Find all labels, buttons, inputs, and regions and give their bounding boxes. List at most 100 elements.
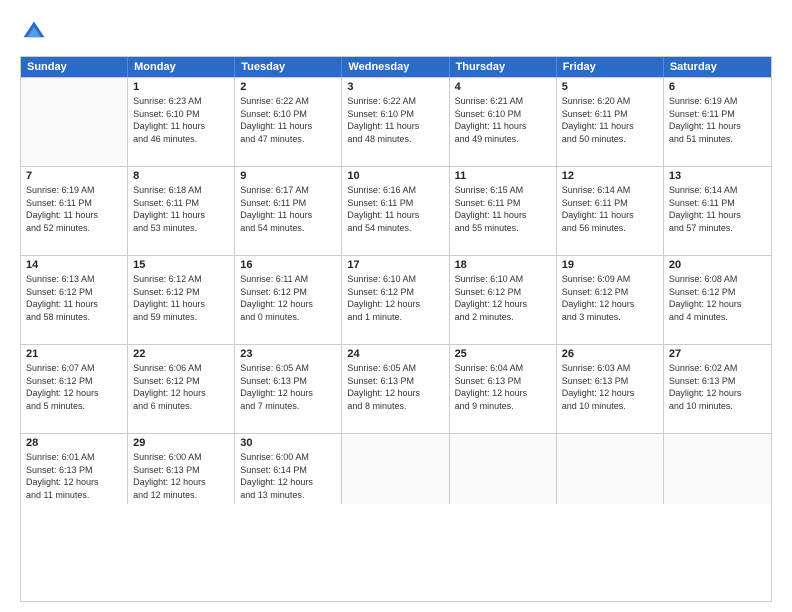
calendar-cell: 6Sunrise: 6:19 AM Sunset: 6:11 PM Daylig… <box>664 78 771 166</box>
day-number: 8 <box>133 170 229 182</box>
day-info: Sunrise: 6:02 AM Sunset: 6:13 PM Dayligh… <box>669 362 766 412</box>
day-info: Sunrise: 6:14 AM Sunset: 6:11 PM Dayligh… <box>669 184 766 234</box>
day-info: Sunrise: 6:12 AM Sunset: 6:12 PM Dayligh… <box>133 273 229 323</box>
day-number: 17 <box>347 259 443 271</box>
day-number: 10 <box>347 170 443 182</box>
day-info: Sunrise: 6:06 AM Sunset: 6:12 PM Dayligh… <box>133 362 229 412</box>
day-info: Sunrise: 6:11 AM Sunset: 6:12 PM Dayligh… <box>240 273 336 323</box>
calendar-row-5: 28Sunrise: 6:01 AM Sunset: 6:13 PM Dayli… <box>21 433 771 504</box>
calendar-cell <box>21 78 128 166</box>
day-info: Sunrise: 6:00 AM Sunset: 6:14 PM Dayligh… <box>240 451 336 501</box>
header-day-thursday: Thursday <box>450 57 557 77</box>
day-info: Sunrise: 6:23 AM Sunset: 6:10 PM Dayligh… <box>133 95 229 145</box>
calendar-cell: 3 Sunrise: 6:22 AM Sunset: 6:10 PM Daylig… <box>342 78 449 166</box>
header-day-wednesday: Wednesday <box>342 57 449 77</box>
calendar-cell: 23 Sunrise: 6:05 AM Sunset: 6:13 PM Dayli… <box>235 345 342 433</box>
day-number: 4 <box>455 81 551 93</box>
calendar-cell: 19Sunrise: 6:09 AM Sunset: 6:12 PM Dayli… <box>557 256 664 344</box>
calendar-cell: 25Sunrise: 6:04 AM Sunset: 6:13 PM Dayli… <box>450 345 557 433</box>
day-info: Sunrise: 6:07 AM Sunset: 6:12 PM Dayligh… <box>26 362 122 412</box>
day-number: 9 <box>240 170 336 182</box>
day-number: 1 <box>133 81 229 93</box>
header-day-monday: Monday <box>128 57 235 77</box>
logo <box>20 18 52 46</box>
day-number: 25 <box>455 348 551 360</box>
day-info: Sunrise: 6:13 AM Sunset: 6:12 PM Dayligh… <box>26 273 122 323</box>
calendar-cell: 29 Sunrise: 6:00 AM Sunset: 6:13 PM Dayli… <box>128 434 235 504</box>
day-number: 16 <box>240 259 336 271</box>
calendar-row-4: 21 Sunrise: 6:07 AM Sunset: 6:12 PM Dayli… <box>21 344 771 433</box>
calendar-cell: 17 Sunrise: 6:10 AM Sunset: 6:12 PM Dayli… <box>342 256 449 344</box>
day-number: 29 <box>133 437 229 449</box>
calendar-body: 1 Sunrise: 6:23 AM Sunset: 6:10 PM Daylig… <box>21 77 771 504</box>
calendar-cell: 15 Sunrise: 6:12 AM Sunset: 6:12 PM Dayli… <box>128 256 235 344</box>
day-number: 18 <box>455 259 551 271</box>
calendar-cell: 30 Sunrise: 6:00 AM Sunset: 6:14 PM Dayli… <box>235 434 342 504</box>
day-info: Sunrise: 6:16 AM Sunset: 6:11 PM Dayligh… <box>347 184 443 234</box>
calendar-cell: 13 Sunrise: 6:14 AM Sunset: 6:11 PM Dayli… <box>664 167 771 255</box>
calendar-row-1: 1 Sunrise: 6:23 AM Sunset: 6:10 PM Daylig… <box>21 77 771 166</box>
day-number: 20 <box>669 259 766 271</box>
calendar-cell: 22 Sunrise: 6:06 AM Sunset: 6:12 PM Dayli… <box>128 345 235 433</box>
day-number: 15 <box>133 259 229 271</box>
calendar-cell: 27 Sunrise: 6:02 AM Sunset: 6:13 PM Dayli… <box>664 345 771 433</box>
header-day-saturday: Saturday <box>664 57 771 77</box>
calendar-cell: 5 Sunrise: 6:20 AM Sunset: 6:11 PM Daylig… <box>557 78 664 166</box>
calendar-cell: 28Sunrise: 6:01 AM Sunset: 6:13 PM Dayli… <box>21 434 128 504</box>
day-number: 23 <box>240 348 336 360</box>
day-info: Sunrise: 6:03 AM Sunset: 6:13 PM Dayligh… <box>562 362 658 412</box>
page: SundayMondayTuesdayWednesdayThursdayFrid… <box>0 0 792 612</box>
header-day-sunday: Sunday <box>21 57 128 77</box>
day-number: 2 <box>240 81 336 93</box>
day-number: 7 <box>26 170 122 182</box>
day-info: Sunrise: 6:22 AM Sunset: 6:10 PM Dayligh… <box>347 95 443 145</box>
header-day-friday: Friday <box>557 57 664 77</box>
day-info: Sunrise: 6:08 AM Sunset: 6:12 PM Dayligh… <box>669 273 766 323</box>
calendar-row-2: 7 Sunrise: 6:19 AM Sunset: 6:11 PM Daylig… <box>21 166 771 255</box>
calendar-cell: 11Sunrise: 6:15 AM Sunset: 6:11 PM Dayli… <box>450 167 557 255</box>
day-number: 30 <box>240 437 336 449</box>
day-info: Sunrise: 6:10 AM Sunset: 6:12 PM Dayligh… <box>347 273 443 323</box>
calendar-cell: 16 Sunrise: 6:11 AM Sunset: 6:12 PM Dayli… <box>235 256 342 344</box>
calendar-cell <box>557 434 664 504</box>
header-day-tuesday: Tuesday <box>235 57 342 77</box>
day-info: Sunrise: 6:05 AM Sunset: 6:13 PM Dayligh… <box>347 362 443 412</box>
day-number: 3 <box>347 81 443 93</box>
day-number: 24 <box>347 348 443 360</box>
logo-icon <box>20 18 48 46</box>
calendar-cell: 7 Sunrise: 6:19 AM Sunset: 6:11 PM Daylig… <box>21 167 128 255</box>
calendar-cell: 18 Sunrise: 6:10 AM Sunset: 6:12 PM Dayli… <box>450 256 557 344</box>
day-number: 13 <box>669 170 766 182</box>
calendar-cell: 24 Sunrise: 6:05 AM Sunset: 6:13 PM Dayli… <box>342 345 449 433</box>
calendar-cell <box>450 434 557 504</box>
calendar-cell: 9 Sunrise: 6:17 AM Sunset: 6:11 PM Daylig… <box>235 167 342 255</box>
day-number: 26 <box>562 348 658 360</box>
calendar-cell: 26 Sunrise: 6:03 AM Sunset: 6:13 PM Dayli… <box>557 345 664 433</box>
day-number: 12 <box>562 170 658 182</box>
day-info: Sunrise: 6:00 AM Sunset: 6:13 PM Dayligh… <box>133 451 229 501</box>
calendar-cell: 14Sunrise: 6:13 AM Sunset: 6:12 PM Dayli… <box>21 256 128 344</box>
day-info: Sunrise: 6:05 AM Sunset: 6:13 PM Dayligh… <box>240 362 336 412</box>
calendar-row-3: 14Sunrise: 6:13 AM Sunset: 6:12 PM Dayli… <box>21 255 771 344</box>
day-number: 27 <box>669 348 766 360</box>
day-number: 21 <box>26 348 122 360</box>
calendar-cell: 21 Sunrise: 6:07 AM Sunset: 6:12 PM Dayli… <box>21 345 128 433</box>
calendar-cell: 4 Sunrise: 6:21 AM Sunset: 6:10 PM Daylig… <box>450 78 557 166</box>
day-number: 11 <box>455 170 551 182</box>
day-info: Sunrise: 6:19 AM Sunset: 6:11 PM Dayligh… <box>669 95 766 145</box>
calendar-cell: 8 Sunrise: 6:18 AM Sunset: 6:11 PM Daylig… <box>128 167 235 255</box>
day-info: Sunrise: 6:20 AM Sunset: 6:11 PM Dayligh… <box>562 95 658 145</box>
day-info: Sunrise: 6:21 AM Sunset: 6:10 PM Dayligh… <box>455 95 551 145</box>
calendar-cell: 2 Sunrise: 6:22 AM Sunset: 6:10 PM Daylig… <box>235 78 342 166</box>
day-number: 5 <box>562 81 658 93</box>
day-info: Sunrise: 6:22 AM Sunset: 6:10 PM Dayligh… <box>240 95 336 145</box>
day-info: Sunrise: 6:18 AM Sunset: 6:11 PM Dayligh… <box>133 184 229 234</box>
day-info: Sunrise: 6:10 AM Sunset: 6:12 PM Dayligh… <box>455 273 551 323</box>
day-info: Sunrise: 6:14 AM Sunset: 6:11 PM Dayligh… <box>562 184 658 234</box>
calendar-cell: 12 Sunrise: 6:14 AM Sunset: 6:11 PM Dayli… <box>557 167 664 255</box>
calendar-cell <box>664 434 771 504</box>
day-info: Sunrise: 6:17 AM Sunset: 6:11 PM Dayligh… <box>240 184 336 234</box>
calendar-cell <box>342 434 449 504</box>
day-number: 22 <box>133 348 229 360</box>
day-info: Sunrise: 6:19 AM Sunset: 6:11 PM Dayligh… <box>26 184 122 234</box>
